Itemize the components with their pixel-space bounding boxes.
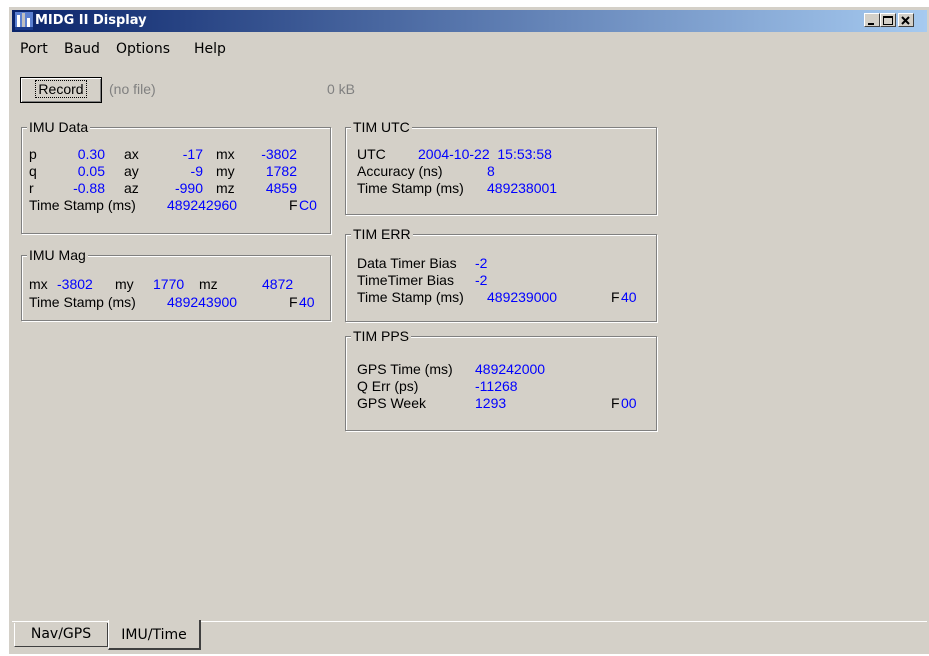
mag-my-value: 1770 <box>153 276 185 292</box>
mag-timestamp-label: Time Stamp (ms) <box>29 294 136 310</box>
gps-week-value: 1293 <box>475 395 507 411</box>
data-timer-bias-label: Data Timer Bias <box>357 255 457 271</box>
pps-flag-label: F <box>611 395 620 411</box>
err-flag-value: 40 <box>621 289 637 305</box>
maximize-button[interactable] <box>880 13 896 27</box>
minimize-icon <box>868 23 874 25</box>
minimize-button[interactable] <box>864 13 880 27</box>
menu-port[interactable]: Port <box>20 38 48 60</box>
mag-mz-label: mz <box>199 276 218 292</box>
mag-my-label: my <box>115 276 134 292</box>
tim-pps-group: TIM PPS GPS Time (ms) 489242000 Q Err (p… <box>345 328 657 431</box>
mag-flag-value: 40 <box>299 294 315 310</box>
imu-my-value: 1782 <box>265 163 297 179</box>
err-timestamp-value: 489239000 <box>487 289 558 305</box>
imu-ay-label: ay <box>124 163 139 179</box>
tim-utc-group: TIM UTC UTC 2004-10-22 15:53:58 Accuracy… <box>345 119 657 215</box>
imu-az-value: -990 <box>174 180 203 196</box>
imu-flag-value: C0 <box>299 197 317 213</box>
utc-timestamp-value: 489238001 <box>487 180 558 196</box>
mag-timestamp-value: 489243900 <box>167 294 238 310</box>
tim-pps-title: TIM PPS <box>351 328 412 344</box>
app-icon <box>15 12 33 30</box>
q-err-label: Q Err (ps) <box>357 378 419 394</box>
tab-imu-time[interactable]: IMU/Time <box>108 620 201 650</box>
record-button-label: Record <box>35 80 87 98</box>
imu-mz-label: mz <box>216 180 235 196</box>
tab-nav-gps-label: Nav/GPS <box>30 626 92 642</box>
close-icon <box>901 16 910 25</box>
tab-nav-gps[interactable]: Nav/GPS <box>14 623 108 647</box>
main-window: MIDG II Display Port Baud Options Help R… <box>8 6 929 654</box>
imu-timestamp-value: 489242960 <box>167 197 238 213</box>
imu-az-label: az <box>124 180 139 196</box>
time-timer-bias-value: -2 <box>475 272 488 288</box>
menu-baud[interactable]: Baud <box>64 38 100 60</box>
tab-imu-time-label: IMU/Time <box>121 627 187 643</box>
window-title: MIDG II Display <box>35 13 147 28</box>
imu-data-title: IMU Data <box>27 119 91 135</box>
tim-err-title: TIM ERR <box>351 226 413 242</box>
title-bar[interactable]: MIDG II Display <box>12 10 927 32</box>
menu-help[interactable]: Help <box>194 38 226 60</box>
record-button[interactable]: Record <box>20 77 102 103</box>
utc-timestamp-label: Time Stamp (ms) <box>357 180 464 196</box>
imu-mag-title: IMU Mag <box>27 247 88 263</box>
mag-mx-label: mx <box>29 276 48 292</box>
gps-week-label: GPS Week <box>357 395 426 411</box>
imu-ax-value: -17 <box>182 146 203 162</box>
imu-ax-label: ax <box>124 146 139 162</box>
mag-mz-value: 4872 <box>262 276 294 292</box>
tim-err-group: TIM ERR Data Timer Bias -2 TimeTimer Bia… <box>345 226 657 322</box>
time-timer-bias-label: TimeTimer Bias <box>357 272 454 288</box>
pps-flag-value: 00 <box>621 395 637 411</box>
tim-utc-title: TIM UTC <box>351 119 412 135</box>
imu-r-value: -0.88 <box>73 180 105 196</box>
data-timer-bias-value: -2 <box>475 255 488 271</box>
imu-my-label: my <box>216 163 235 179</box>
maximize-icon <box>883 16 893 25</box>
mag-mx-value: -3802 <box>57 276 93 292</box>
imu-p-label: p <box>29 146 37 162</box>
imu-timestamp-label: Time Stamp (ms) <box>29 197 136 213</box>
utc-value: 2004-10-22 15:53:58 <box>418 146 552 162</box>
imu-q-label: q <box>29 163 37 179</box>
imu-mag-group: IMU Mag mx -3802 my 1770 mz 4872 Time St… <box>21 247 331 321</box>
gps-time-label: GPS Time (ms) <box>357 361 453 377</box>
q-err-value: -11268 <box>475 378 518 394</box>
utc-accuracy-value: 8 <box>487 163 495 179</box>
imu-mx-label: mx <box>216 146 235 162</box>
gps-time-value: 489242000 <box>475 361 546 377</box>
imu-data-group: IMU Data p 0.30 ax -17 mx -3802 q 0.05 a… <box>21 119 331 234</box>
imu-mx-value: -3802 <box>261 146 297 162</box>
imu-r-label: r <box>29 180 34 196</box>
utc-accuracy-label: Accuracy (ns) <box>357 163 443 179</box>
close-button[interactable] <box>898 13 914 27</box>
err-timestamp-label: Time Stamp (ms) <box>357 289 464 305</box>
mag-flag-label: F <box>289 294 298 310</box>
imu-p-value: 0.30 <box>77 146 105 162</box>
imu-q-value: 0.05 <box>77 163 105 179</box>
file-size-label: 0 kB <box>327 81 356 97</box>
imu-ay-value: -9 <box>190 163 203 179</box>
imu-flag-label: F <box>289 197 298 213</box>
file-name-label: (no file) <box>109 81 156 97</box>
imu-mz-value: 4859 <box>265 180 297 196</box>
err-flag-label: F <box>611 289 620 305</box>
menu-options[interactable]: Options <box>116 38 170 60</box>
utc-label: UTC <box>357 146 386 162</box>
